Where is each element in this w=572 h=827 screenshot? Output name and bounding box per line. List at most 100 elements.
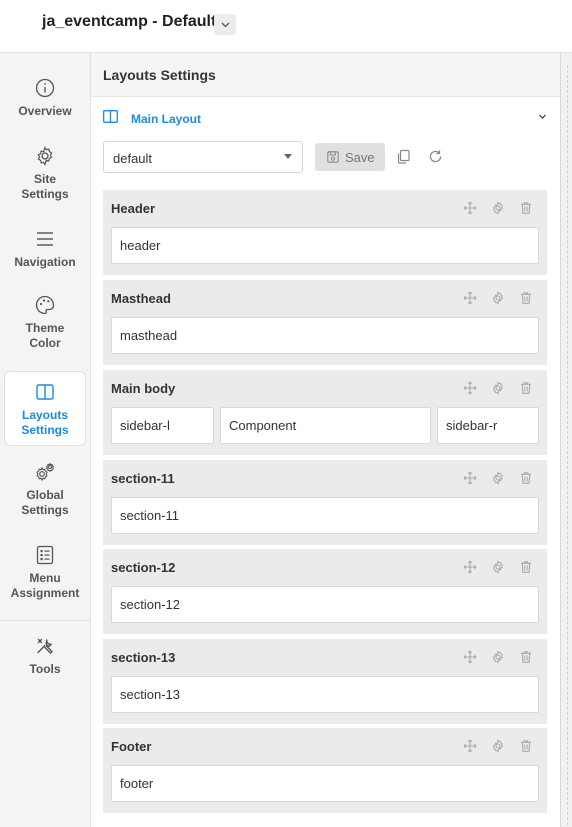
layout-position-block[interactable]: section-13 [111,676,539,713]
sidebar-item-label: Menu Assignment [10,571,80,600]
move-icon[interactable] [463,201,477,215]
gear-icon[interactable] [491,381,505,395]
menu-lines-icon [37,232,53,246]
sidebar: Overview Site Settings Navigation Theme … [0,53,91,827]
trash-icon[interactable] [519,739,533,753]
gear-icon[interactable] [491,739,505,753]
position-name: sidebar-l [120,418,170,433]
section-title: Header [111,201,156,216]
layout-select[interactable]: default [103,141,303,173]
copy-icon[interactable] [396,149,411,164]
main-header: Layouts Settings [91,53,560,97]
section-title: Footer [111,739,152,754]
caret-down-icon [284,154,292,159]
layout-section-section-13: section-13 section-13 [103,639,547,724]
columns-icon [36,384,54,400]
section-title: Masthead [111,291,171,306]
page-title: Layouts Settings [103,67,216,83]
layout-section-section-11: section-11 section-11 [103,460,547,545]
move-icon[interactable] [463,560,477,574]
sidebar-item-label: Global Settings [21,488,69,517]
trash-icon[interactable] [519,650,533,664]
sidebar-item-menu-assignment[interactable]: Menu Assignment [0,544,90,601]
position-name: Component [229,418,297,433]
save-label: Save [345,150,375,165]
section-actions [463,739,533,753]
top-bar: ja_eventcamp - Default [0,0,572,53]
section-actions [463,560,533,574]
layout-position-block[interactable]: sidebar-l [111,407,214,444]
layout-position-block[interactable]: footer [111,765,539,802]
layout-section-main-body: Main body sidebar-l Component sidebar-r [103,370,547,455]
gear-icon[interactable] [491,650,505,664]
sidebar-divider [0,620,90,621]
layout-position-block[interactable]: section-11 [111,497,539,534]
gear-icon[interactable] [491,560,505,574]
trash-icon[interactable] [519,560,533,574]
info-circle-icon [35,78,55,98]
move-icon[interactable] [463,650,477,664]
section-title: section-13 [111,650,176,665]
sidebar-item-label: Theme Color [25,321,65,350]
position-name: header [120,238,161,253]
section-title: section-11 [111,471,175,486]
tools-icon [37,638,53,654]
layout-position-block[interactable]: masthead [111,317,539,354]
move-icon[interactable] [463,291,477,305]
main-layout-toggle[interactable]: Main Layout [91,97,560,137]
section-actions [463,291,533,305]
section-actions [463,471,533,485]
columns-icon [103,110,118,123]
sidebar-item-theme-color[interactable]: Theme Color [0,294,90,351]
sidebar-item-global-settings[interactable]: Global Settings [0,461,90,518]
sidebar-item-label: Overview [18,104,72,118]
sidebar-item-label: Tools [29,662,61,676]
position-name: section-13 [120,687,180,702]
sidebar-item-navigation[interactable]: Navigation [0,228,90,270]
main-layout-panel: Main Layout default Save Header header M… [91,97,560,827]
layout-position-block[interactable]: sidebar-r [437,407,539,444]
section-title: section-12 [111,560,176,575]
move-icon[interactable] [463,471,477,485]
position-name: section-11 [120,508,180,523]
preview-rail [560,53,572,827]
refresh-icon[interactable] [428,149,443,164]
palette-icon [35,295,55,315]
position-name: footer [120,776,154,791]
layout-select-value: default [113,151,153,166]
sidebar-item-overview[interactable]: Overview [0,77,90,119]
section-title: Main body [111,381,176,396]
trash-icon[interactable] [519,201,533,215]
position-name: masthead [120,328,178,343]
layout-position-block[interactable]: Component [220,407,431,444]
save-button[interactable]: Save [315,143,385,171]
position-name: section-12 [120,597,180,612]
layout-section-section-12: section-12 section-12 [103,549,547,634]
sidebar-item-label: Site Settings [21,172,69,201]
layout-position-block[interactable]: header [111,227,539,264]
section-actions [463,201,533,215]
gear-icon[interactable] [491,291,505,305]
chevron-down-icon [221,22,229,27]
sidebar-item-label: Layouts Settings [21,408,69,437]
gear-icon[interactable] [491,471,505,485]
list-icon [36,545,54,565]
trash-icon[interactable] [519,381,533,395]
sidebar-item-layouts-settings[interactable]: Layouts Settings [4,371,86,446]
trash-icon[interactable] [519,291,533,305]
gear-icon [37,146,53,166]
trash-icon[interactable] [519,471,533,485]
chevron-down-icon [539,114,546,119]
move-icon[interactable] [463,739,477,753]
template-title: ja_eventcamp - Default [42,13,217,30]
sidebar-item-tools[interactable]: Tools [0,635,90,677]
main-content: Layouts Settings Main Layout default Sav… [91,53,560,827]
template-dropdown-button[interactable] [214,14,236,35]
gear-icon[interactable] [491,201,505,215]
layout-section-masthead: Masthead masthead [103,280,547,365]
sidebar-item-label: Navigation [14,255,76,269]
sidebar-item-site-settings[interactable]: Site Settings [0,145,90,202]
layout-position-block[interactable]: section-12 [111,586,539,623]
move-icon[interactable] [463,381,477,395]
layout-section-header: Header header [103,190,547,275]
